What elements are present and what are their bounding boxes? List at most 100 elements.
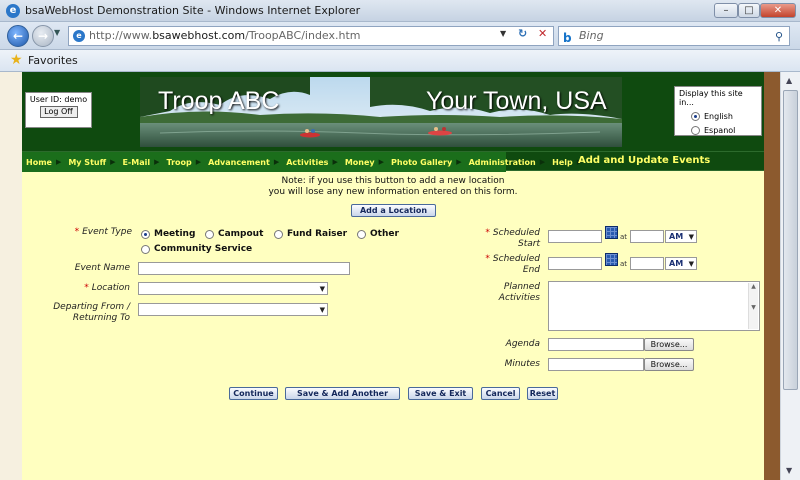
nav-label: Advancement <box>208 157 270 167</box>
nav-item-administration[interactable]: Administration ▶ <box>465 158 549 167</box>
continue-button[interactable]: Continue <box>229 387 278 400</box>
refresh-icon[interactable]: ↻ <box>518 27 527 40</box>
textarea-scrollbar[interactable]: ▲ ▼ <box>748 283 758 329</box>
departing-label: Departing From / Returning To <box>40 302 130 324</box>
stop-icon[interactable]: ✕ <box>538 27 547 40</box>
language-box: Display this site in... English Espanol <box>674 86 762 136</box>
nav-arrow-icon: ▶ <box>110 158 116 166</box>
event-type-community-service-label: Community Service <box>154 244 253 254</box>
departing-label-line2: Returning To <box>72 313 130 323</box>
agenda-file-field[interactable] <box>548 338 644 351</box>
start-ampm-select[interactable]: AM ▼ <box>665 230 697 243</box>
event-type-fund-raiser[interactable]: Fund Raiser <box>274 229 347 239</box>
start-time-field[interactable] <box>630 230 664 243</box>
nav-item-email[interactable]: E-Mail ▶ <box>118 158 162 167</box>
nav-item-troop[interactable]: Troop ▶ <box>163 158 205 167</box>
favorites-star-icon[interactable]: ★ <box>10 52 23 68</box>
nav-arrow-icon: ▶ <box>378 158 385 166</box>
radio-icon[interactable] <box>691 126 700 135</box>
cancel-button[interactable]: Cancel <box>481 387 520 400</box>
minutes-label: Minutes <box>504 359 540 369</box>
close-button[interactable]: ✕ <box>760 3 796 18</box>
event-name-field[interactable] <box>138 262 350 275</box>
language-option-espanol[interactable]: Espanol <box>691 126 757 135</box>
scheduled-end-line2: End <box>522 265 540 275</box>
vertical-scrollbar[interactable]: ▲ ▼ <box>780 72 800 480</box>
start-date-field[interactable] <box>548 230 602 243</box>
radio-icon[interactable] <box>357 229 366 239</box>
note-line-1: Note: if you use this button to add a ne… <box>281 176 505 186</box>
site-banner: Troop ABC Your Town, USA <box>140 77 622 147</box>
save-add-another-button[interactable]: Save & Add Another <box>285 387 400 400</box>
nav-item-advancement[interactable]: Advancement ▶ <box>204 158 282 167</box>
nav-label: Money <box>344 157 375 167</box>
radio-icon[interactable] <box>141 229 150 239</box>
save-exit-button[interactable]: Save & Exit <box>408 387 473 400</box>
end-time-field[interactable] <box>630 257 664 270</box>
language-title: Display this site in... <box>679 89 743 107</box>
favorites-bar: ★ Favorites <box>0 50 800 72</box>
scroll-up-icon[interactable]: ▲ <box>786 76 792 85</box>
search-icon[interactable]: ⚲ <box>775 28 783 46</box>
event-type-campout[interactable]: Campout <box>205 229 263 239</box>
minutes-file-field[interactable] <box>548 358 644 371</box>
add-location-button[interactable]: Add a Location <box>351 204 436 217</box>
reset-button[interactable]: Reset <box>527 387 558 400</box>
at-label: at <box>620 260 628 268</box>
address-dropdown-icon[interactable]: ▼ <box>500 29 506 38</box>
chevron-down-icon: ▼ <box>688 260 694 268</box>
event-type-meeting-label: Meeting <box>154 229 196 239</box>
radio-icon[interactable] <box>691 112 700 121</box>
location-note: Note: if you use this button to add a ne… <box>22 176 764 198</box>
window-title-bar: e bsaWebHost Demonstration Site - Window… <box>0 0 800 22</box>
event-type-community-service[interactable]: Community Service <box>141 244 252 254</box>
page-title: Add and Update Events <box>578 155 711 166</box>
nav-label: Photo Gallery <box>391 157 453 167</box>
agenda-label: Agenda <box>505 339 540 349</box>
radio-icon[interactable] <box>205 229 214 239</box>
planned-activities-textarea[interactable]: ▲ ▼ <box>548 281 760 331</box>
minutes-browse-button[interactable]: Browse... <box>644 358 694 371</box>
search-placeholder: Bing <box>579 29 604 42</box>
url-path: /TroopABC/index.htm <box>245 29 361 42</box>
scrollbar-thumb[interactable] <box>783 90 798 390</box>
planned-activities-label: Planned Activities <box>460 282 540 304</box>
nav-item-my-stuff[interactable]: My Stuff ▶ <box>64 158 118 167</box>
location-label: * Location <box>50 283 130 293</box>
event-type-text: Event Type <box>82 227 132 237</box>
favorites-button[interactable]: Favorites <box>28 54 78 67</box>
end-ampm-select[interactable]: AM ▼ <box>665 257 697 270</box>
nav-arrow-icon: ▶ <box>195 158 202 166</box>
agenda-browse-button[interactable]: Browse... <box>644 338 694 351</box>
back-button[interactable]: ← <box>7 25 29 47</box>
nav-item-photo-gallery[interactable]: Photo Gallery ▶ <box>387 158 465 167</box>
search-input[interactable]: b Bing ⚲ <box>558 26 790 46</box>
event-type-campout-label: Campout <box>218 229 264 239</box>
minimize-button[interactable]: – <box>714 3 738 18</box>
event-type-other[interactable]: Other <box>357 229 399 239</box>
scheduled-start-line2: Start <box>518 239 540 249</box>
end-date-field[interactable] <box>548 257 602 270</box>
log-off-button[interactable]: Log Off <box>39 106 78 118</box>
calendar-icon[interactable] <box>605 226 618 239</box>
forward-button[interactable]: → <box>32 25 54 47</box>
location-text: Location <box>91 283 130 293</box>
at-label: at <box>620 233 628 241</box>
language-label-espanol: Espanol <box>704 126 736 135</box>
location-select[interactable]: ▼ <box>138 282 328 295</box>
nav-item-activities[interactable]: Activities ▶ <box>282 158 341 167</box>
history-dropdown-icon[interactable]: ▼ <box>54 28 60 37</box>
radio-icon[interactable] <box>141 244 150 254</box>
nav-arrow-icon: ▶ <box>332 158 338 166</box>
event-type-meeting[interactable]: Meeting <box>141 229 195 239</box>
maximize-button[interactable]: □ <box>738 3 760 18</box>
radio-icon[interactable] <box>274 229 283 239</box>
departing-select[interactable]: ▼ <box>138 303 328 316</box>
address-bar[interactable]: e http://www.bsawebhost.com/TroopABC/ind… <box>68 26 554 46</box>
nav-item-home[interactable]: Home ▶ <box>22 158 64 167</box>
nav-item-money[interactable]: Money ▶ <box>341 158 387 167</box>
calendar-icon[interactable] <box>605 253 618 266</box>
scroll-down-icon[interactable]: ▼ <box>786 466 792 475</box>
language-option-english[interactable]: English <box>691 112 757 121</box>
end-ampm-value: AM <box>669 259 684 268</box>
